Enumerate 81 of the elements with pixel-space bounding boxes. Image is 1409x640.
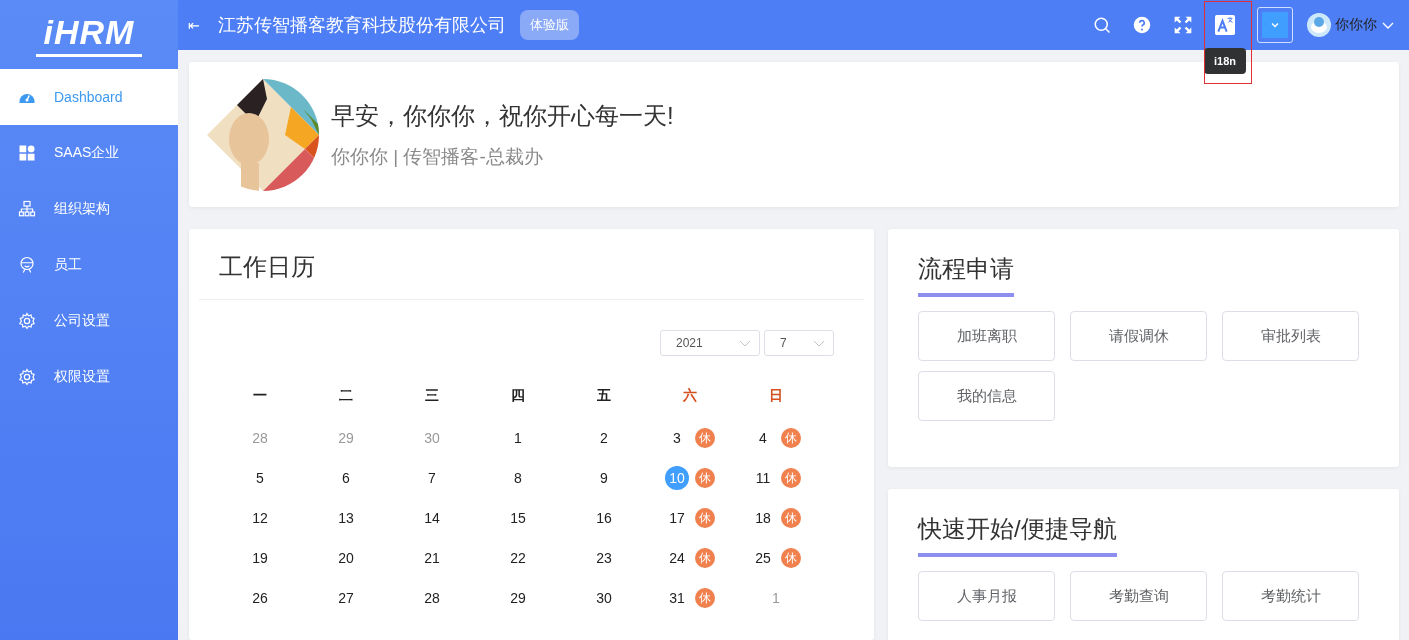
sidebar-item[interactable]: 员工	[0, 237, 178, 293]
card-title: 工作日历	[199, 229, 864, 300]
calendar-day[interactable]: 28	[420, 586, 444, 610]
logo: iHRM	[35, 12, 143, 57]
rest-badge: 休	[695, 428, 715, 448]
trial-badge: 体验版	[519, 10, 579, 40]
calendar-day[interactable]: 25	[751, 546, 775, 570]
avatar-icon	[1307, 13, 1331, 37]
user-info: 你你你 | 传智播客-总裁办	[331, 144, 544, 169]
calendar-day[interactable]: 18	[751, 506, 775, 530]
shortcut-button[interactable]: 考勤查询	[1070, 571, 1207, 621]
calendar-day[interactable]: 12	[248, 506, 272, 530]
calendar-day[interactable]: 8	[506, 466, 530, 490]
weekday-label: 三	[424, 386, 440, 405]
weekday-label: 六	[682, 386, 698, 405]
shortcut-button[interactable]: 考勤统计	[1222, 571, 1359, 621]
month-select[interactable]: 7	[764, 330, 834, 356]
menu-toggle[interactable]: ⇤	[188, 17, 200, 33]
rest-badge: 休	[781, 548, 801, 568]
company-name: 江苏传智播客教育科技股份有限公司	[217, 14, 506, 37]
calendar-day[interactable]: 21	[420, 546, 444, 570]
search-icon[interactable]	[1093, 16, 1111, 34]
calendar-day[interactable]: 20	[334, 546, 358, 570]
calendar-day[interactable]: 15	[506, 506, 530, 530]
calendar-day[interactable]: 24	[665, 546, 689, 570]
rest-badge: 休	[695, 468, 715, 488]
calendar-day[interactable]: 31	[665, 586, 689, 610]
user-name[interactable]: 你你你	[1335, 16, 1377, 34]
color-picker[interactable]	[1257, 7, 1293, 43]
weekday-label: 二	[338, 386, 354, 405]
fullscreen-icon[interactable]	[1173, 15, 1193, 35]
card-title: 流程申请	[918, 253, 1014, 297]
rest-badge: 休	[781, 468, 801, 488]
help-icon[interactable]	[1133, 16, 1151, 34]
weekday-label: 五	[596, 386, 612, 405]
calendar-day[interactable]: 5	[248, 466, 272, 490]
rest-badge: 休	[781, 508, 801, 528]
calendar-day[interactable]: 2	[592, 426, 616, 450]
year-select[interactable]: 2021	[660, 330, 760, 356]
rest-badge: 休	[695, 588, 715, 608]
card-title: 快速开始/便捷导航	[918, 513, 1117, 557]
calendar-day[interactable]: 30	[592, 586, 616, 610]
weekday-label: 日	[768, 386, 784, 405]
calendar-day[interactable]: 14	[420, 506, 444, 530]
chevron-down-icon	[1270, 20, 1280, 30]
shortcut-button[interactable]: 人事月报	[918, 571, 1055, 621]
calendar-day[interactable]: 23	[592, 546, 616, 570]
calendar-day[interactable]: 3	[665, 426, 689, 450]
calendar-day[interactable]: 1	[506, 426, 530, 450]
calendar-day[interactable]: 7	[420, 466, 444, 490]
translate-icon[interactable]	[1215, 15, 1235, 35]
calendar-day[interactable]: 4	[751, 426, 775, 450]
weekday-label: 四	[510, 386, 526, 405]
gear-icon	[18, 312, 36, 330]
shortcut-button[interactable]: 审批列表	[1222, 311, 1359, 361]
weekday-label: 一	[252, 386, 268, 405]
calendar-day[interactable]: 16	[592, 506, 616, 530]
calendar-day[interactable]: 27	[334, 586, 358, 610]
calendar-day[interactable]: 6	[334, 466, 358, 490]
sidebar-item[interactable]: 权限设置	[0, 349, 178, 405]
greeting: 早安，你你你，祝你开心每一天!	[331, 100, 674, 131]
gear-icon	[18, 368, 36, 386]
calendar-day[interactable]: 26	[248, 586, 272, 610]
calendar-day[interactable]: 19	[248, 546, 272, 570]
shortcut-button[interactable]: 我的信息	[918, 371, 1055, 421]
person-icon	[18, 256, 36, 274]
rest-badge: 休	[695, 548, 715, 568]
calendar-day[interactable]: 22	[506, 546, 530, 570]
calendar-day[interactable]: 29	[506, 586, 530, 610]
tooltip: i18n	[1204, 48, 1246, 74]
org-chart-icon	[18, 200, 36, 218]
rest-badge: 休	[781, 428, 801, 448]
calendar-day[interactable]: 13	[334, 506, 358, 530]
calendar-day[interactable]: 9	[592, 466, 616, 490]
calendar-day[interactable]: 11	[751, 466, 775, 490]
shortcut-button[interactable]: 请假调休	[1070, 311, 1207, 361]
sidebar-item[interactable]: 公司设置	[0, 293, 178, 349]
grid-icon	[18, 144, 36, 162]
rest-badge: 休	[695, 508, 715, 528]
calendar-day[interactable]: 17	[665, 506, 689, 530]
shortcut-button[interactable]: 加班离职	[918, 311, 1055, 361]
